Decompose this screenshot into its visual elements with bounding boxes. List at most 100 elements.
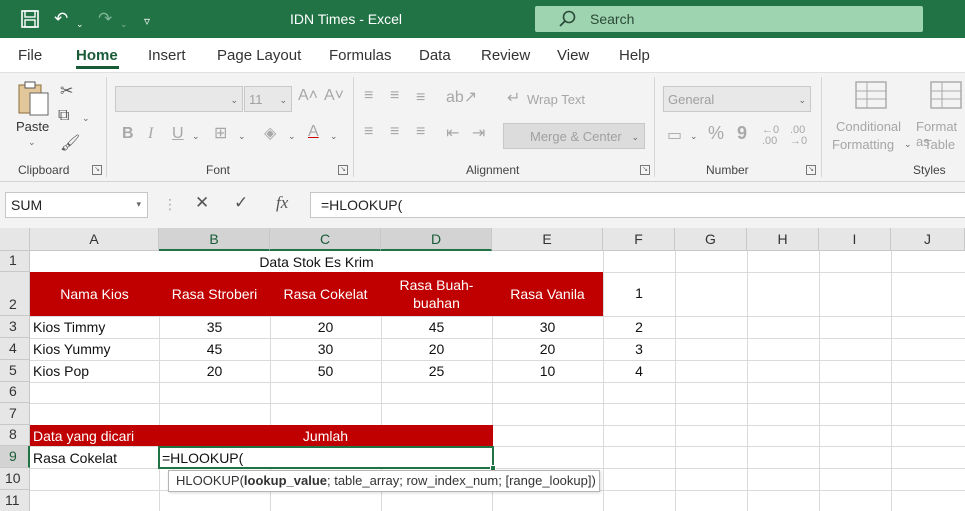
cell-f4[interactable]: 3 bbox=[603, 340, 675, 358]
cell-f2[interactable]: 1 bbox=[603, 284, 675, 302]
cell-d3[interactable]: 45 bbox=[381, 318, 492, 336]
copy-icon[interactable]: ⧉ bbox=[58, 107, 69, 125]
cell-d5[interactable]: 25 bbox=[381, 362, 492, 380]
number-format-select[interactable]: General ⌄ bbox=[663, 86, 811, 112]
insert-function-button[interactable]: fx bbox=[276, 193, 288, 213]
merge-center-button[interactable]: Merge & Center ⌄ bbox=[503, 123, 645, 149]
row-header-9[interactable]: 9 bbox=[0, 446, 30, 468]
underline-dropdown-icon[interactable]: ⌄ bbox=[192, 131, 200, 142]
cell-e5[interactable]: 10 bbox=[492, 362, 603, 380]
redo-icon[interactable]: ↷ bbox=[98, 9, 112, 29]
cell-c5[interactable]: 50 bbox=[270, 362, 381, 380]
column-header-g[interactable]: G bbox=[675, 228, 747, 251]
fill-dropdown-icon[interactable]: ⌄ bbox=[288, 131, 296, 142]
percent-style-button[interactable]: % bbox=[708, 123, 724, 144]
column-header-h[interactable]: H bbox=[747, 228, 819, 251]
cell-b5[interactable]: 20 bbox=[159, 362, 270, 380]
row-header-2[interactable]: 2 bbox=[0, 272, 30, 316]
italic-button[interactable]: I bbox=[148, 125, 153, 143]
tab-formulas[interactable]: Formulas bbox=[329, 47, 392, 64]
tab-insert[interactable]: Insert bbox=[148, 47, 186, 64]
cell-b3[interactable]: 35 bbox=[159, 318, 270, 336]
row-header-10[interactable]: 10 bbox=[0, 468, 30, 490]
comma-style-button[interactable]: 9 bbox=[737, 123, 747, 144]
row-header-6[interactable]: 6 bbox=[0, 382, 30, 403]
cell-a4[interactable]: Kios Yummy bbox=[33, 340, 111, 358]
redo-dropdown-icon[interactable]: ⌄ bbox=[120, 14, 128, 34]
decrease-font-icon[interactable]: A˅ bbox=[324, 87, 344, 105]
orientation-icon[interactable]: ab↗ bbox=[446, 87, 477, 107]
header-rasa-stroberi[interactable]: Rasa Stroberi bbox=[159, 272, 270, 316]
align-right-icon[interactable]: ≡ bbox=[416, 123, 425, 141]
align-center-icon[interactable]: ≡ bbox=[390, 123, 399, 141]
cell-c4[interactable]: 30 bbox=[270, 340, 381, 358]
copy-dropdown-icon[interactable]: ⌄ bbox=[82, 113, 90, 124]
column-header-i[interactable]: I bbox=[819, 228, 891, 251]
undo-dropdown-icon[interactable]: ⌄ bbox=[76, 14, 84, 34]
align-left-icon[interactable]: ≡ bbox=[364, 123, 373, 141]
row-header-11[interactable]: 11 bbox=[0, 490, 30, 511]
clipboard-launcher-icon[interactable]: ↘ bbox=[92, 165, 102, 175]
row-header-8[interactable]: 8 bbox=[0, 425, 30, 446]
row-header-5[interactable]: 5 bbox=[0, 360, 30, 382]
cell-b8[interactable]: Jumlah bbox=[159, 427, 492, 445]
header-rasa-cokelat[interactable]: Rasa Cokelat bbox=[270, 272, 381, 316]
worksheet-grid[interactable]: A B C D E F G H I J 1 2 3 4 5 6 7 8 9 10… bbox=[0, 228, 965, 511]
format-painter-icon[interactable]: 🖌 bbox=[60, 133, 80, 153]
column-header-d[interactable]: D bbox=[381, 228, 492, 251]
underline-button[interactable]: U bbox=[172, 125, 184, 143]
bold-button[interactable]: B bbox=[122, 125, 134, 143]
decrease-decimal-icon[interactable]: .00 →0 bbox=[790, 125, 807, 147]
tooltip-function-name[interactable]: HLOOKUP( bbox=[176, 473, 244, 488]
increase-font-icon[interactable]: A˄ bbox=[298, 87, 318, 105]
save-icon[interactable] bbox=[20, 9, 40, 34]
paste-icon[interactable] bbox=[17, 79, 51, 124]
tab-page-layout[interactable]: Page Layout bbox=[217, 47, 301, 64]
enter-button[interactable]: ✓ bbox=[234, 193, 248, 213]
tooltip-current-arg[interactable]: lookup_value bbox=[244, 473, 327, 488]
tab-home[interactable]: Home bbox=[76, 47, 118, 64]
accounting-format-icon[interactable]: ▭ bbox=[667, 125, 682, 145]
font-name-select[interactable]: ⌄ bbox=[115, 86, 243, 112]
paste-button[interactable]: Paste bbox=[16, 119, 49, 134]
header-nama-kios[interactable]: Nama Kios bbox=[30, 272, 159, 316]
align-middle-icon[interactable]: ≡ bbox=[390, 87, 399, 105]
paste-dropdown-icon[interactable]: ⌄ bbox=[28, 137, 36, 148]
column-header-c[interactable]: C bbox=[270, 228, 381, 251]
tab-help[interactable]: Help bbox=[619, 47, 650, 64]
select-all-corner[interactable] bbox=[0, 228, 30, 251]
cell-e3[interactable]: 30 bbox=[492, 318, 603, 336]
column-header-b[interactable]: B bbox=[159, 228, 270, 251]
sheet-title[interactable]: Data Stok Es Krim bbox=[30, 251, 603, 272]
column-header-f[interactable]: F bbox=[603, 228, 675, 251]
format-as-table-label2[interactable]: Table bbox=[924, 137, 955, 152]
cell-a9[interactable]: Rasa Cokelat bbox=[33, 449, 117, 467]
row-header-7[interactable]: 7 bbox=[0, 403, 30, 425]
font-color-dropdown-icon[interactable]: ⌄ bbox=[330, 131, 338, 142]
column-header-e[interactable]: E bbox=[492, 228, 603, 251]
cell-e4[interactable]: 20 bbox=[492, 340, 603, 358]
conditional-formatting-label1[interactable]: Conditional bbox=[836, 119, 901, 134]
cut-icon[interactable]: ✂ bbox=[60, 81, 73, 101]
increase-decimal-icon[interactable]: ←0.00 bbox=[762, 125, 779, 147]
name-box[interactable]: SUM ▾ bbox=[5, 192, 148, 218]
customize-qat-icon[interactable]: ▿ bbox=[144, 11, 150, 31]
decrease-indent-icon[interactable]: ⇤ bbox=[446, 123, 459, 143]
tab-review[interactable]: Review bbox=[481, 47, 530, 64]
tab-data[interactable]: Data bbox=[419, 47, 451, 64]
conditional-formatting-icon[interactable] bbox=[855, 81, 887, 114]
tab-view[interactable]: View bbox=[557, 47, 589, 64]
cell-f5[interactable]: 4 bbox=[603, 362, 675, 380]
active-cell-b9[interactable]: =HLOOKUP( bbox=[158, 446, 496, 471]
borders-dropdown-icon[interactable]: ⌄ bbox=[238, 131, 246, 142]
cell-f3[interactable]: 2 bbox=[603, 318, 675, 336]
formula-input[interactable]: =HLOOKUP( bbox=[310, 192, 965, 218]
font-color-icon[interactable]: A bbox=[308, 123, 319, 141]
cancel-button[interactable]: ✕ bbox=[195, 193, 209, 213]
align-top-icon[interactable]: ≡ bbox=[364, 87, 373, 105]
borders-icon[interactable]: ⊞ bbox=[214, 123, 227, 143]
row-header-3[interactable]: 3 bbox=[0, 316, 30, 338]
wrap-text-icon[interactable]: ↵ bbox=[507, 88, 520, 108]
search-box[interactable]: Search bbox=[535, 6, 923, 32]
accounting-dropdown-icon[interactable]: ⌄ bbox=[690, 131, 698, 142]
